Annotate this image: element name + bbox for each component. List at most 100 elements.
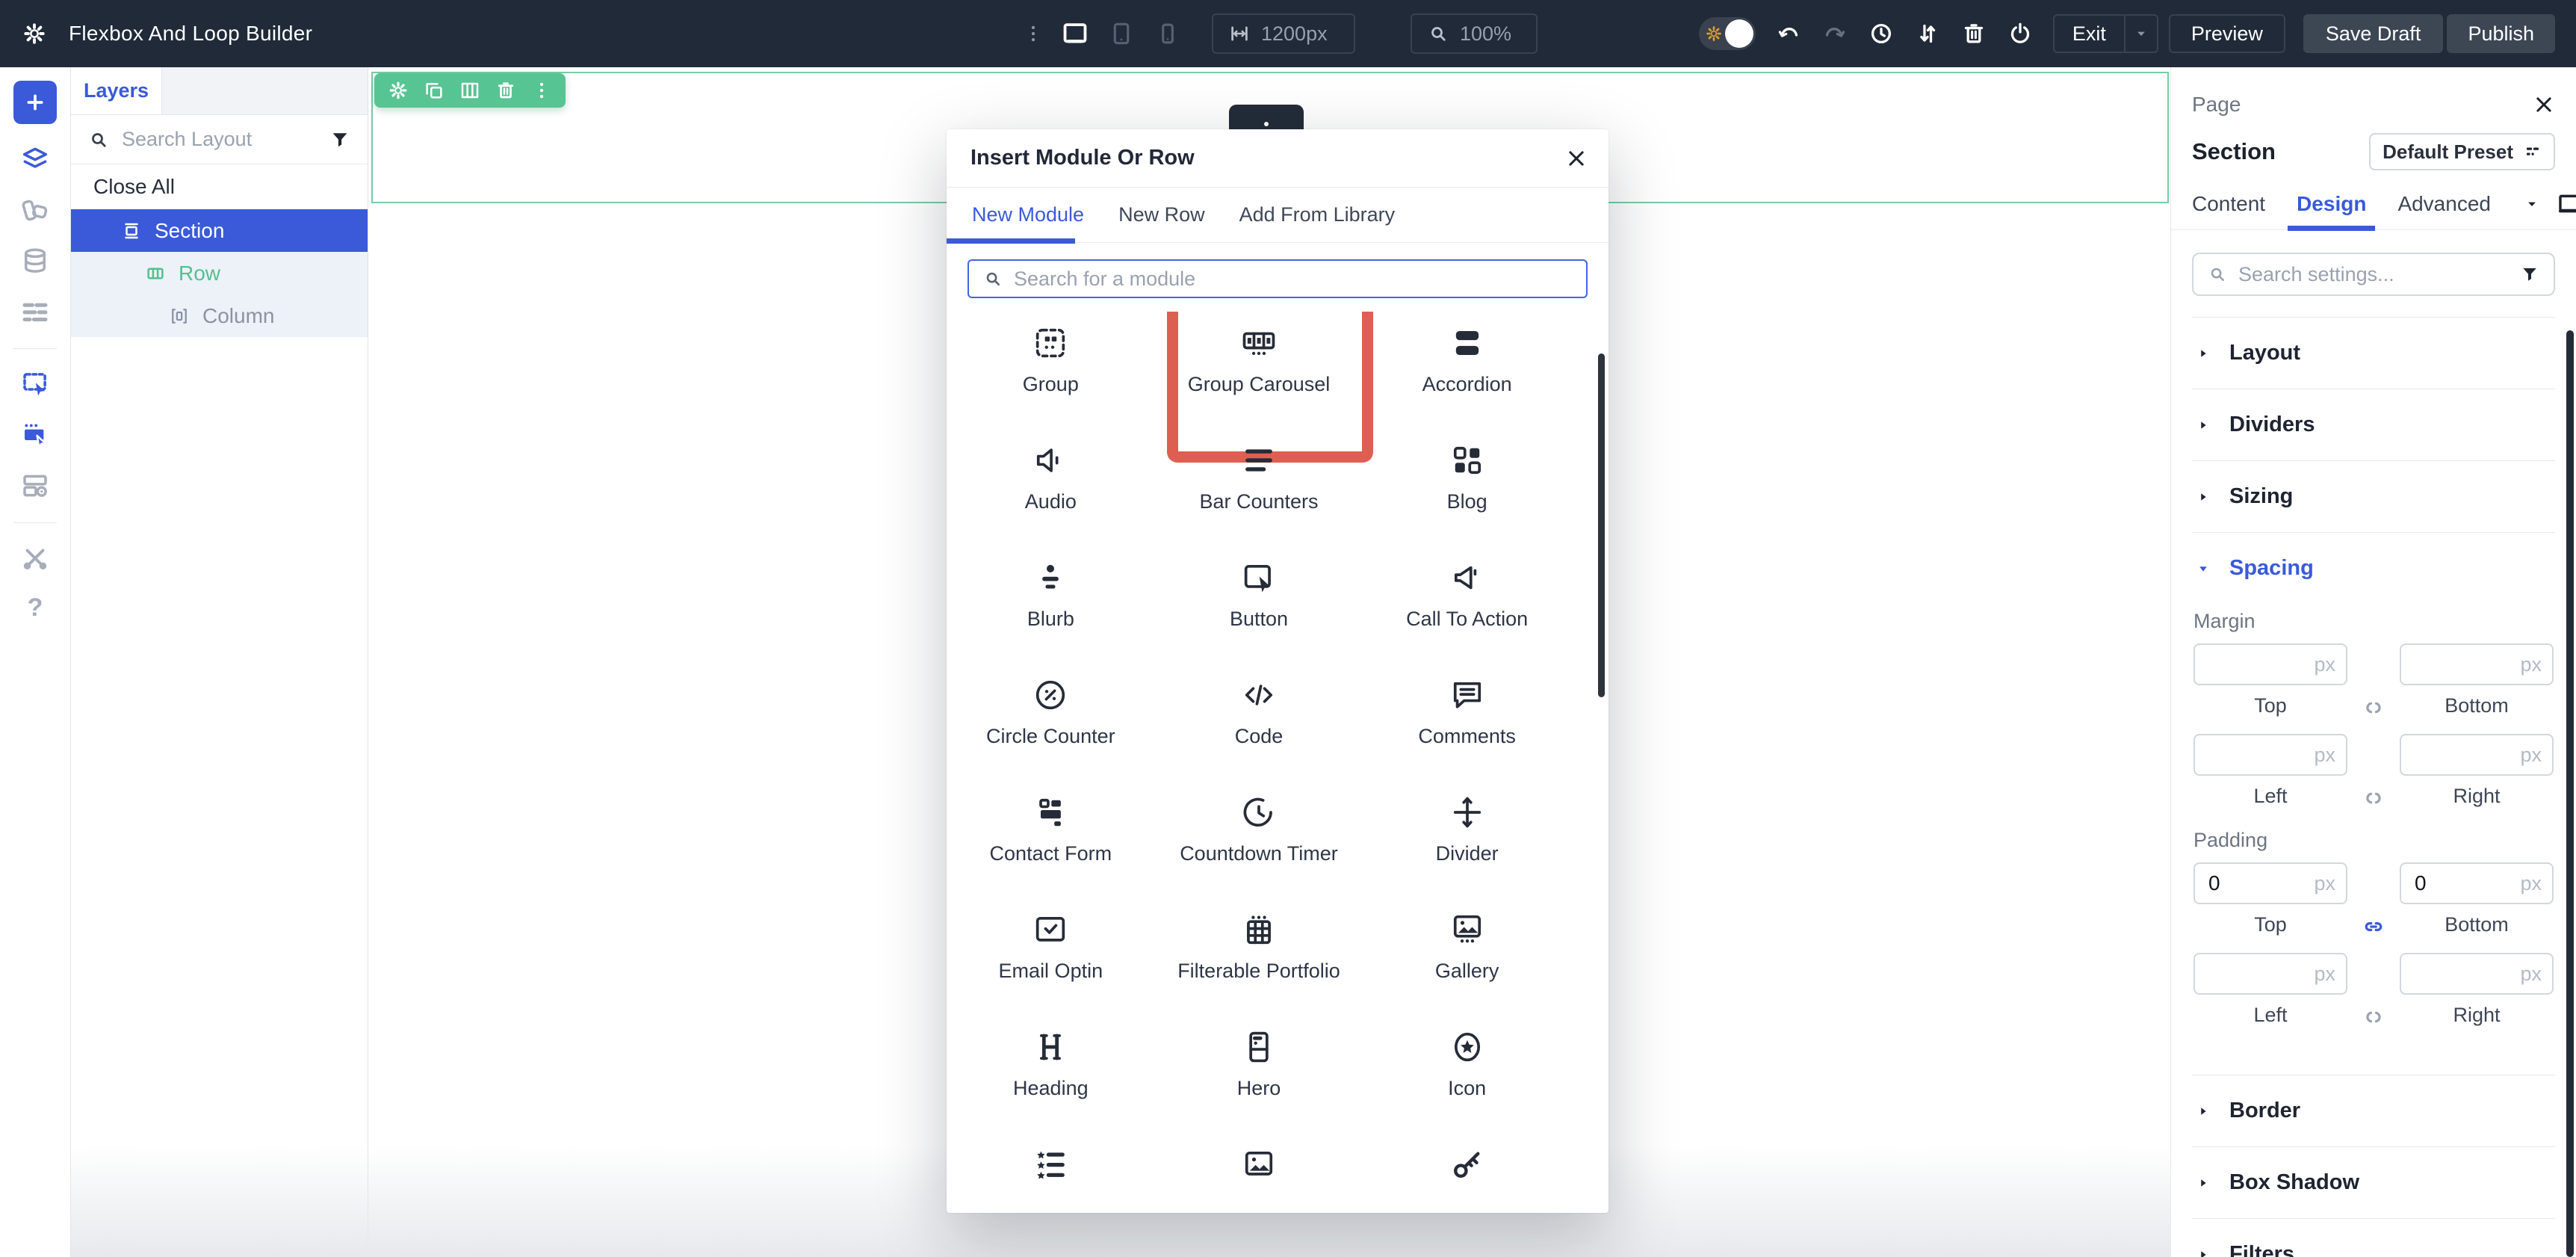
trash-icon[interactable] — [1960, 20, 1987, 47]
section-settings-gear-icon[interactable] — [387, 79, 409, 102]
insert-module-click-icon[interactable] — [19, 368, 51, 400]
layer-item-row[interactable]: Row — [71, 252, 368, 294]
history-clock-icon[interactable] — [1868, 20, 1895, 47]
settings-scrollbar[interactable] — [2566, 330, 2574, 1257]
module-item-gallery[interactable]: Gallery — [1363, 898, 1571, 1016]
group-filters[interactable]: Filters — [2192, 1218, 2555, 1257]
link-broken-icon[interactable] — [2362, 786, 2385, 810]
module-item-filterable-portfolio[interactable]: Filterable Portfolio — [1155, 898, 1363, 1016]
module-item[interactable] — [947, 1133, 1155, 1213]
modal-scrollbar[interactable] — [1598, 353, 1605, 697]
save-draft-button[interactable]: Save Draft — [2303, 14, 2444, 53]
margin-bottom-input[interactable] — [2400, 643, 2554, 685]
default-preset-button[interactable]: Default Preset — [2369, 133, 2555, 170]
section-columns-icon[interactable] — [459, 79, 481, 102]
redo-icon[interactable] — [1821, 20, 1848, 47]
close-all-button[interactable]: Close All — [71, 164, 368, 209]
link-broken-icon[interactable] — [2362, 1005, 2385, 1029]
module-item-blurb[interactable]: Blurb — [947, 546, 1155, 664]
layer-item-column[interactable]: Column — [71, 294, 368, 337]
page-preview-icon[interactable] — [19, 470, 51, 501]
module-item-comments[interactable]: Comments — [1363, 664, 1571, 781]
design-assets-icon[interactable] — [19, 194, 51, 226]
link-broken-icon[interactable] — [2362, 696, 2385, 720]
filter-funnel-icon[interactable] — [329, 129, 351, 151]
close-icon[interactable] — [1565, 147, 1588, 170]
module-item-group[interactable]: Group — [947, 312, 1155, 429]
group-spacing[interactable]: Spacing — [2192, 532, 2555, 604]
module-item-countdown-timer[interactable]: Countdown Timer — [1155, 781, 1363, 898]
module-item-circle-counter[interactable]: Circle Counter — [947, 664, 1155, 781]
tab-new-module[interactable]: New Module — [972, 203, 1084, 226]
module-item-hero[interactable]: Hero — [1155, 1016, 1363, 1133]
module-item-divider[interactable]: Divider — [1363, 781, 1571, 898]
portability-power-icon[interactable] — [2007, 20, 2034, 47]
tab-design[interactable]: Design — [2297, 192, 2366, 216]
module-item-accordion[interactable]: Accordion — [1363, 312, 1571, 429]
group-layout[interactable]: Layout — [2192, 317, 2555, 389]
padding-right-input[interactable] — [2400, 953, 2554, 995]
tab-add-from-library[interactable]: Add From Library — [1239, 203, 1396, 226]
sort-arrows-icon[interactable] — [1914, 20, 1941, 47]
phone-view-icon[interactable] — [1154, 19, 1182, 48]
insert-row-click-icon[interactable] — [19, 419, 51, 451]
tab-layers[interactable]: Layers — [71, 67, 162, 114]
module-search-input[interactable]: Search for a module — [967, 259, 1588, 298]
add-row-handle[interactable] — [1229, 105, 1304, 130]
module-item-heading[interactable]: Heading — [947, 1016, 1155, 1133]
section-kebab-icon[interactable] — [530, 79, 553, 102]
module-item-button[interactable]: Button — [1155, 546, 1363, 664]
builder-mode-toggle[interactable] — [1699, 17, 1756, 50]
exit-button[interactable]: Exit — [2053, 14, 2158, 53]
exit-caret-down-icon[interactable] — [2131, 24, 2151, 43]
tools-icon[interactable] — [19, 543, 51, 574]
padding-bottom-input[interactable] — [2400, 862, 2554, 904]
layers-icon[interactable] — [19, 143, 51, 175]
module-item[interactable] — [1363, 1133, 1571, 1213]
layer-item-section[interactable]: Section — [71, 209, 368, 252]
margin-top-input[interactable] — [2193, 643, 2347, 685]
module-item-blog[interactable]: Blog — [1363, 429, 1571, 546]
module-item-contact-form[interactable]: Contact Form — [947, 781, 1155, 898]
tab-content[interactable]: Content — [2192, 192, 2265, 216]
preview-button[interactable]: Preview — [2169, 14, 2285, 53]
module-item[interactable] — [1155, 1133, 1363, 1213]
module-item-email-optin[interactable]: Email Optin — [947, 898, 1155, 1016]
publish-button[interactable]: Publish — [2447, 14, 2555, 53]
undo-icon[interactable] — [1775, 20, 1802, 47]
filter-funnel-icon[interactable] — [2519, 264, 2540, 285]
module-item-code[interactable]: Code — [1155, 664, 1363, 781]
kebab-menu-icon[interactable] — [1022, 22, 1044, 45]
module-item-group-carousel[interactable]: Group Carousel — [1155, 312, 1363, 429]
desktop-view-icon[interactable] — [1061, 19, 1089, 48]
section-trash-icon[interactable] — [495, 79, 517, 102]
margin-right-input[interactable] — [2400, 734, 2554, 776]
field-list-icon[interactable] — [19, 296, 51, 327]
module-item-call-to-action[interactable]: Call To Action — [1363, 546, 1571, 664]
module-item-bar-counters[interactable]: Bar Counters — [1155, 429, 1363, 546]
zoom-level-field[interactable]: 100% — [1411, 13, 1538, 54]
desktop-view-icon[interactable] — [2557, 191, 2576, 217]
database-icon[interactable] — [19, 245, 51, 277]
module-item-icon[interactable]: Icon — [1363, 1016, 1571, 1133]
add-module-icon[interactable] — [13, 81, 57, 124]
padding-left-input[interactable] — [2193, 953, 2347, 995]
link-chain-icon[interactable] — [2362, 915, 2385, 939]
tablet-view-icon[interactable] — [1107, 19, 1136, 48]
settings-gear-icon[interactable] — [21, 20, 48, 47]
group-border[interactable]: Border — [2192, 1075, 2555, 1146]
module-item-audio[interactable]: Audio — [947, 429, 1155, 546]
tab-new-row[interactable]: New Row — [1118, 203, 1205, 226]
layers-search-row[interactable]: Search Layout — [71, 115, 368, 164]
chevron-down-icon[interactable] — [2522, 194, 2542, 214]
help-icon[interactable]: ? — [28, 593, 43, 623]
group-dividers[interactable]: Dividers — [2192, 389, 2555, 460]
section-duplicate-icon[interactable] — [423, 79, 445, 102]
responsive-width-field[interactable]: 1200px — [1212, 13, 1355, 54]
close-icon[interactable] — [2533, 93, 2555, 116]
group-box-shadow[interactable]: Box Shadow — [2192, 1146, 2555, 1218]
settings-search-input[interactable]: Search settings... — [2192, 253, 2555, 296]
padding-top-input[interactable] — [2193, 862, 2347, 904]
tab-advanced[interactable]: Advanced — [2397, 192, 2491, 216]
margin-left-input[interactable] — [2193, 734, 2347, 776]
